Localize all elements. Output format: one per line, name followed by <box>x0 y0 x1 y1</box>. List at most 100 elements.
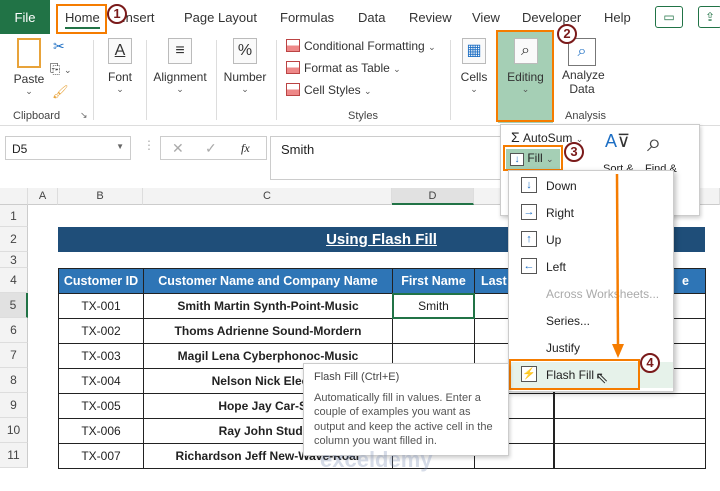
tab-formulas[interactable]: Formulas <box>280 10 334 25</box>
analyze-data-label: Analyze Data <box>562 68 605 96</box>
clipboard-group-label: Clipboard <box>13 110 61 122</box>
tab-view[interactable]: View <box>472 10 500 25</box>
comments-icon[interactable]: ▭ <box>655 6 683 28</box>
table-cell[interactable]: TX-004 <box>58 368 144 394</box>
row-header[interactable]: 10 <box>0 418 28 443</box>
cell-styles-icon <box>286 83 300 96</box>
row-header[interactable]: 5 <box>0 293 28 318</box>
paste-label: Paste <box>13 72 45 86</box>
table-cell[interactable]: TX-003 <box>58 343 144 369</box>
percent-icon: % <box>233 38 257 64</box>
fill-right-icon: → <box>521 204 537 220</box>
column-header[interactable]: A <box>28 188 58 205</box>
row-header[interactable]: 4 <box>0 268 28 293</box>
menu-item-label: Up <box>546 233 562 247</box>
select-all[interactable] <box>0 188 28 205</box>
table-header-cell[interactable]: Customer Name and Company Name <box>143 268 393 294</box>
row-header[interactable]: 11 <box>0 443 28 468</box>
table-cell[interactable]: TX-006 <box>58 418 144 444</box>
table-cell[interactable]: TX-005 <box>58 393 144 419</box>
conditional-formatting-button[interactable]: Conditional Formatting ⌄ <box>286 39 436 53</box>
fill-menu-item-right[interactable]: → Right <box>509 200 673 226</box>
alignment-label: Alignment <box>153 70 207 84</box>
fill-down-icon: ↓ <box>521 177 537 193</box>
sigma-icon: Σ <box>511 129 520 145</box>
copy-icon[interactable]: ⎘ ⌄ <box>50 61 72 77</box>
table-cell[interactable]: TX-007 <box>58 443 144 469</box>
analysis-group-label: Analysis <box>565 110 606 122</box>
menu-item-label: Series... <box>546 314 591 328</box>
number-button[interactable]: % Number ⌄ <box>222 38 268 95</box>
tab-help[interactable]: Help <box>604 10 631 25</box>
cell-styles-button[interactable]: Cell Styles ⌄ <box>286 83 372 97</box>
table-cell[interactable] <box>553 443 706 469</box>
fill-menu-item-up[interactable]: ↑ Up <box>509 227 673 253</box>
sort-filter-icon[interactable]: A⊽ <box>605 131 630 152</box>
table-cell[interactable]: Smith Martin Synth-Point-Music <box>143 293 393 319</box>
table-header-cell[interactable]: Customer ID <box>58 268 144 294</box>
alignment-button[interactable]: ≡ Alignment ⌄ <box>150 38 210 95</box>
table-cell[interactable]: Thoms Adrienne Sound-Mordern <box>143 318 393 344</box>
row-header[interactable]: 9 <box>0 393 28 418</box>
cancel-icon[interactable]: ✕ <box>172 140 184 157</box>
table-cell[interactable] <box>553 418 706 444</box>
tab-page-layout[interactable]: Page Layout <box>184 10 257 25</box>
cells-icon: ▦ <box>462 38 486 64</box>
share-icon[interactable]: ⇪ <box>698 6 720 28</box>
cut-icon[interactable]: ✂ <box>53 38 65 55</box>
menu-item-label: Left <box>546 260 567 274</box>
enter-icon[interactable]: ✓ <box>205 140 217 157</box>
fill-menu-item-series[interactable]: Series... <box>509 308 673 334</box>
font-icon: A <box>108 38 132 64</box>
table-cell[interactable]: Smith <box>392 293 475 319</box>
step-badge-3: 3 <box>564 142 584 162</box>
clipboard-icon <box>17 38 41 68</box>
row-header[interactable]: 6 <box>0 318 28 343</box>
align-icon: ≡ <box>168 38 192 64</box>
cells-button[interactable]: ▦ Cells ⌄ <box>457 38 491 95</box>
insert-function-icon[interactable]: fx <box>241 141 250 156</box>
step-badge-1: 1 <box>107 4 127 24</box>
table-cell[interactable] <box>392 318 475 344</box>
fill-menu-item-down[interactable]: ↓ Down <box>509 173 673 199</box>
editing-highlight <box>496 30 554 122</box>
styles-group-label: Styles <box>348 110 378 122</box>
watermark-logo: exceldemy <box>320 447 433 472</box>
table-cell[interactable]: TX-002 <box>58 318 144 344</box>
formula-input[interactable]: Smith <box>270 136 510 180</box>
fill-menu-item-across-worksheets: Across Worksheets... <box>509 281 673 307</box>
home-highlight <box>56 4 107 34</box>
fill-menu-item-left[interactable]: ← Left <box>509 254 673 280</box>
tab-developer[interactable]: Developer <box>522 10 581 25</box>
ribbon: Paste ⌄ ✂ ⎘ ⌄ 🖌 Clipboard ↘ A Font ⌄ ≡ Align… <box>0 31 720 126</box>
table-header-cell[interactable]: First Name <box>392 268 475 294</box>
row-header[interactable]: 1 <box>0 205 28 227</box>
row-header[interactable]: 2 <box>0 227 28 252</box>
row-header[interactable]: 8 <box>0 368 28 393</box>
analyze-data-button[interactable]: ⌕ Analyze Data <box>558 38 606 96</box>
formula-buttons: ✕ ✓ fx <box>160 136 267 160</box>
font-button[interactable]: A Font ⌄ <box>103 38 137 95</box>
row-header[interactable]: 7 <box>0 343 28 368</box>
tab-file[interactable]: File <box>0 0 50 34</box>
row-header[interactable]: 3 <box>0 252 28 268</box>
table-cell[interactable]: TX-001 <box>58 293 144 319</box>
tab-review[interactable]: Review <box>409 10 452 25</box>
tab-data[interactable]: Data <box>358 10 385 25</box>
table-cell[interactable] <box>553 393 706 419</box>
paste-button[interactable]: Paste ⌄ <box>12 38 46 97</box>
menu-item-label: Across Worksheets... <box>546 287 660 301</box>
fill-up-icon: ↑ <box>521 231 537 247</box>
format-as-table-button[interactable]: Format as Table ⌄ <box>286 61 401 75</box>
dialog-launcher-icon[interactable]: ↘ <box>80 110 88 121</box>
find-icon[interactable]: ⌕ <box>647 127 662 159</box>
column-header[interactable]: D <box>392 188 474 205</box>
flash-fill-highlight <box>509 359 640 390</box>
format-painter-icon[interactable]: 🖌 <box>52 84 69 100</box>
column-header[interactable]: B <box>58 188 143 205</box>
column-header[interactable]: C <box>143 188 392 205</box>
name-box[interactable]: D5 ▼ <box>5 136 131 160</box>
dropdown-icon: ▼ <box>116 142 124 151</box>
cells-label: Cells <box>460 70 488 84</box>
fill-highlight <box>503 145 563 171</box>
